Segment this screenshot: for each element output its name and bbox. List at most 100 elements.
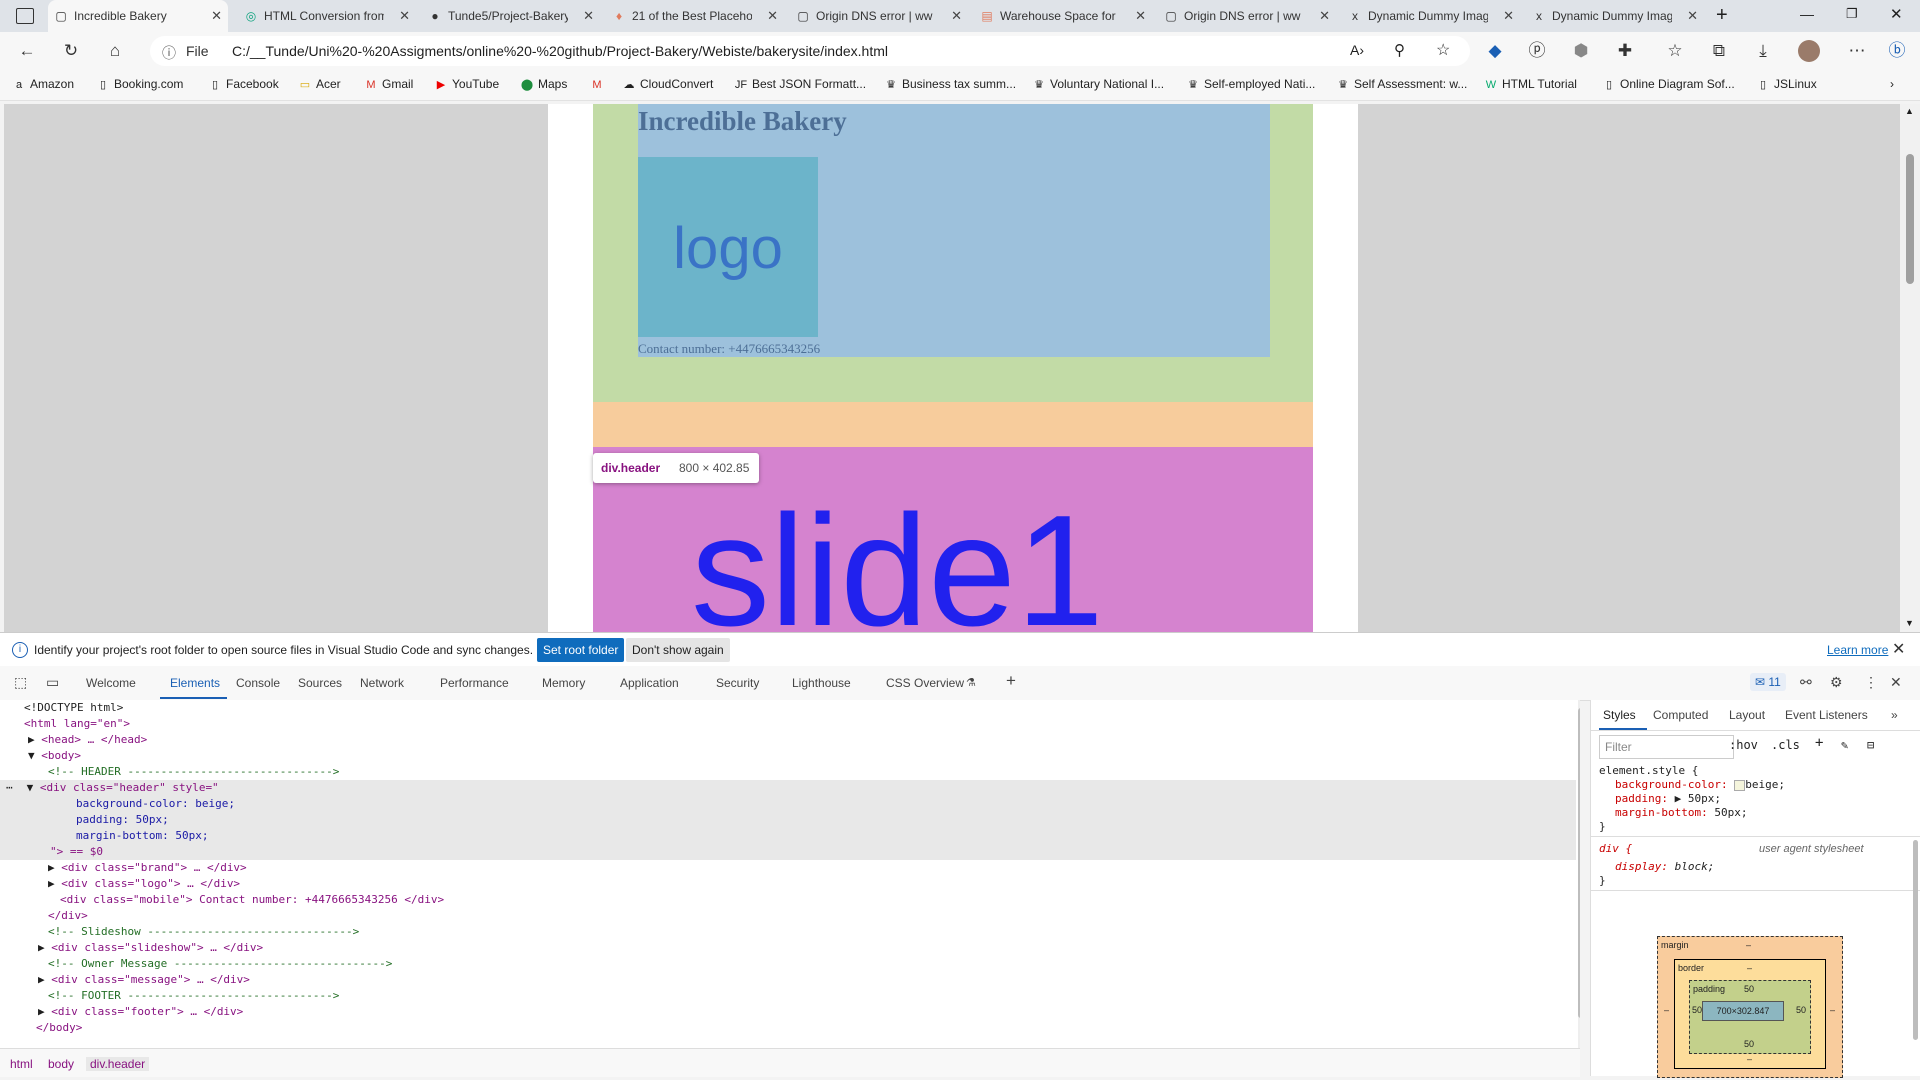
tab-origin-dns-2[interactable]: ▢ Origin DNS error | ww ✕: [1158, 0, 1336, 32]
tab-event-listeners[interactable]: Event Listeners: [1785, 708, 1868, 722]
close-devtools-icon[interactable]: ✕: [1890, 674, 1902, 691]
dom-line[interactable]: <html lang="en">: [24, 716, 130, 732]
breadcrumb-body[interactable]: body: [48, 1057, 74, 1071]
bookmarks-overflow-icon[interactable]: ›: [1890, 77, 1894, 91]
expand-arrow-icon[interactable]: ▶: [28, 733, 41, 746]
close-window-icon[interactable]: ✕: [1890, 5, 1903, 23]
refresh-icon[interactable]: ↻: [60, 40, 82, 62]
dom-line[interactable]: ▶ <div class="slideshow"> … </div>: [38, 940, 263, 956]
bookmark-facebook[interactable]: ▯ Facebook: [208, 77, 279, 91]
close-tab-icon[interactable]: ✕: [767, 8, 778, 24]
dom-tree[interactable]: <!DOCTYPE html> <html lang="en"> ▶ <head…: [0, 700, 1580, 1048]
more-menu-icon[interactable]: ⋯: [1846, 40, 1868, 62]
dom-line[interactable]: <!-- HEADER ----------------------------…: [48, 764, 339, 780]
style-declaration[interactable]: margin-bottom: 50px;: [1615, 806, 1747, 820]
tab-incredible-bakery[interactable]: ▢ Incredible Bakery ✕: [48, 0, 228, 32]
styles-scrollbar[interactable]: [1913, 840, 1918, 1040]
pinterest-icon[interactable]: ⓟ: [1526, 40, 1548, 62]
bookmark-cloudconvert[interactable]: ☁ CloudConvert: [622, 77, 714, 91]
tab-computed[interactable]: Computed: [1653, 708, 1708, 722]
page-scrollbar[interactable]: ▲ ▼: [1900, 104, 1920, 632]
issues-badge[interactable]: ✉ 11: [1750, 673, 1786, 691]
dont-show-again-button[interactable]: Don't show again: [626, 638, 730, 662]
close-tab-icon[interactable]: ✕: [211, 8, 222, 24]
set-root-folder-button[interactable]: Set root folder: [537, 638, 625, 662]
dom-line[interactable]: </div>: [48, 908, 88, 924]
bookmark-self-employed[interactable]: ♛ Self-employed Nati...: [1186, 77, 1315, 91]
close-tab-icon[interactable]: ✕: [1687, 8, 1698, 24]
tab-memory[interactable]: Memory: [542, 676, 585, 690]
close-tab-icon[interactable]: ✕: [951, 8, 962, 24]
customize-menu-icon[interactable]: ⋮: [1864, 674, 1878, 691]
favorite-star-icon[interactable]: ☆: [1436, 40, 1450, 60]
expand-arrow-icon[interactable]: ▶: [38, 941, 51, 954]
bookmark-jslinux[interactable]: ▯ JSLinux: [1756, 77, 1817, 91]
bookmark-gmail-2[interactable]: M: [590, 77, 608, 91]
more-tabs-icon[interactable]: »: [1891, 708, 1898, 722]
bookmark-voluntary-national[interactable]: ♛ Voluntary National I...: [1032, 77, 1164, 91]
dom-line[interactable]: ▶ <div class="message"> … </div>: [38, 972, 250, 988]
expand-arrow-icon[interactable]: ▶: [48, 877, 61, 890]
bookmark-online-diagram[interactable]: ▯ Online Diagram Sof...: [1602, 77, 1735, 91]
tab-welcome[interactable]: Welcome: [86, 676, 136, 690]
avatar[interactable]: [1798, 40, 1820, 62]
dom-line-selected[interactable]: "> == $0: [0, 844, 1576, 860]
tab-lighthouse[interactable]: Lighthouse: [792, 676, 851, 690]
scroll-down-icon[interactable]: ▼: [1905, 618, 1914, 628]
new-tab-icon[interactable]: +: [1716, 4, 1728, 27]
url-text[interactable]: C:/__Tunde/Uni%20-%20Assigments/online%2…: [232, 43, 888, 59]
dom-line-selected[interactable]: background-color: beige;: [0, 796, 1576, 812]
scroll-up-icon[interactable]: ▲: [1905, 106, 1914, 116]
settings-gear-icon[interactable]: ⚙: [1830, 674, 1843, 691]
bookmark-html-tutorial[interactable]: W HTML Tutorial: [1484, 77, 1577, 91]
dom-line[interactable]: ▶ <head> … </head>: [28, 732, 147, 748]
bookmark-amazon[interactable]: a Amazon: [12, 77, 74, 91]
dom-line-selected[interactable]: padding: 50px;: [0, 812, 1576, 828]
collections-icon[interactable]: ⧉: [1708, 40, 1730, 62]
zoom-icon[interactable]: ⚲: [1394, 41, 1405, 59]
info-icon[interactable]: ⓘ: [162, 43, 176, 63]
dom-line[interactable]: </body>: [36, 1020, 82, 1036]
dom-line[interactable]: <!-- Slideshow -------------------------…: [48, 924, 359, 940]
style-declaration[interactable]: background-color: beige;: [1615, 778, 1785, 792]
extension-icon[interactable]: ◆: [1484, 40, 1506, 62]
breadcrumb-div-header[interactable]: div.header: [86, 1057, 150, 1071]
close-tab-icon[interactable]: ✕: [1503, 8, 1514, 24]
tab-styles[interactable]: Styles: [1603, 708, 1636, 722]
add-tab-icon[interactable]: +: [1006, 671, 1016, 691]
close-tab-icon[interactable]: ✕: [583, 8, 594, 24]
cls-button[interactable]: .cls: [1771, 738, 1800, 752]
restore-icon[interactable]: ❐: [1846, 6, 1858, 22]
tab-dummy-image-2[interactable]: x Dynamic Dummy Imag ✕: [1526, 0, 1704, 32]
home-icon[interactable]: ⌂: [104, 40, 126, 62]
tab-github[interactable]: ● Tunde5/Project-Bakery ✕: [422, 0, 600, 32]
connection-icon[interactable]: ⚯: [1800, 674, 1812, 691]
paint-icon[interactable]: ✎: [1841, 738, 1848, 752]
tab-console[interactable]: Console: [236, 676, 280, 690]
tab-application[interactable]: Application: [620, 676, 679, 690]
tab-html-conversion[interactable]: ◎ HTML Conversion from ✕: [238, 0, 416, 32]
dom-line[interactable]: ▶ <div class="brand"> … </div>: [48, 860, 247, 876]
minimize-icon[interactable]: —: [1800, 6, 1814, 22]
close-tab-icon[interactable]: ✕: [399, 8, 410, 24]
bookmark-json-formatter[interactable]: JF Best JSON Formatt...: [734, 77, 866, 91]
dom-scrollbar-thumb[interactable]: [1578, 708, 1580, 1018]
bookmark-youtube[interactable]: ▶ YouTube: [434, 77, 499, 91]
tab-elements[interactable]: Elements: [170, 676, 220, 690]
styles-filter-input[interactable]: Filter: [1599, 735, 1734, 759]
bookmark-maps[interactable]: ⬤ Maps: [520, 77, 568, 91]
bing-icon[interactable]: ⓑ: [1886, 40, 1908, 62]
close-icon[interactable]: ✕: [1892, 639, 1905, 659]
bookmark-business-tax[interactable]: ♛ Business tax summ...: [884, 77, 1016, 91]
read-aloud-icon[interactable]: A›: [1350, 42, 1364, 58]
collapse-arrow-icon[interactable]: ▼: [28, 749, 41, 762]
dom-line[interactable]: <!DOCTYPE html>: [24, 700, 123, 716]
dom-line[interactable]: <div class="mobile"> Contact number: +44…: [60, 892, 444, 908]
shield-extension-icon[interactable]: ⬢: [1570, 40, 1592, 62]
tab-css-overview[interactable]: CSS Overview: [886, 676, 964, 690]
more-dots-icon[interactable]: ⋯: [6, 781, 13, 794]
dom-line[interactable]: ▼ <body>: [28, 748, 81, 764]
bookmark-acer[interactable]: ▭ Acer: [298, 77, 341, 91]
add-rule-icon[interactable]: +: [1815, 735, 1823, 751]
tab-layout[interactable]: Layout: [1729, 708, 1765, 722]
